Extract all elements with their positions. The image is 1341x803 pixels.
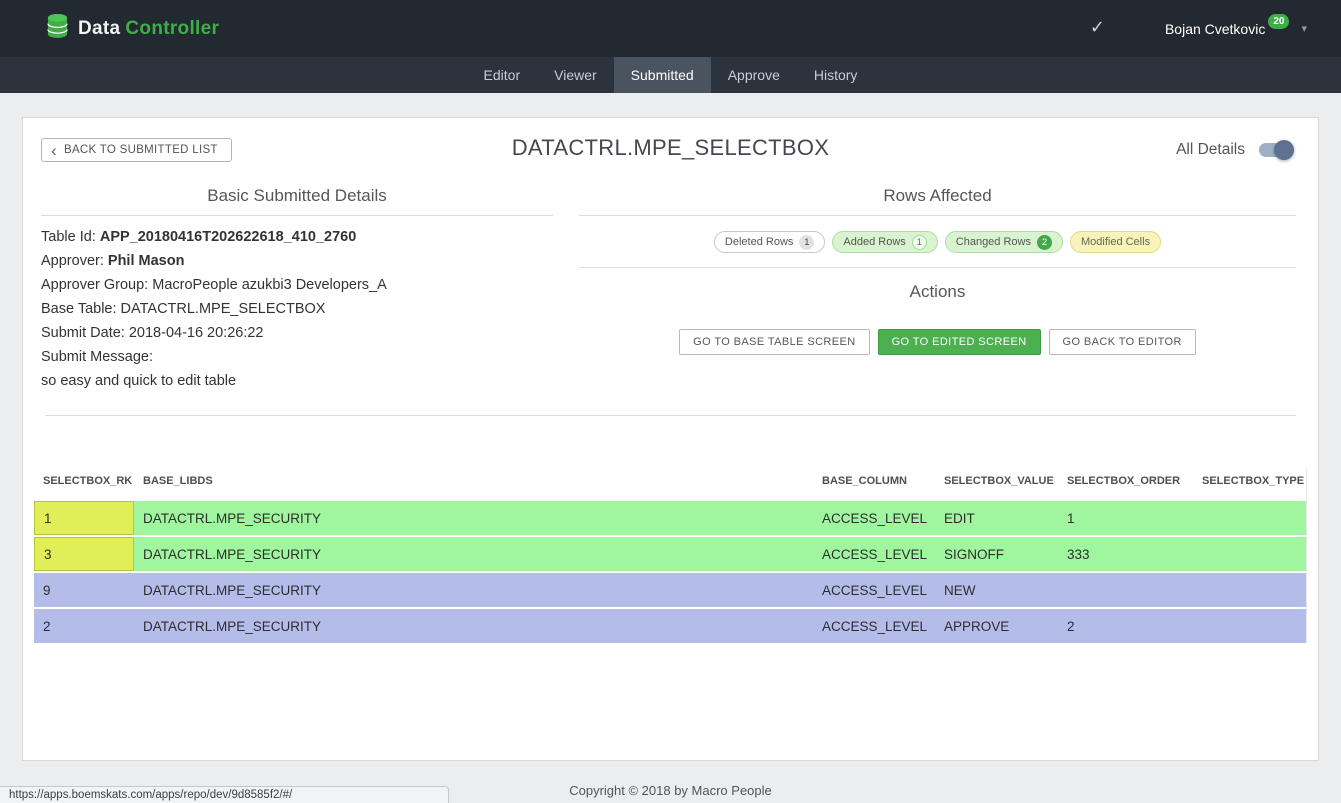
detail-approver: Approver: Phil Mason	[41, 249, 553, 273]
rows-affected-section: Rows Affected Deleted Rows1 Added Rows1 …	[579, 170, 1296, 355]
detail-approver-group: Approver Group: MacroPeople azukbi3 Deve…	[41, 273, 553, 297]
column-header-base-column[interactable]: BASE_COLUMN	[813, 468, 935, 494]
table-cell[interactable]: ACCESS_LEVEL	[813, 609, 935, 643]
table-cell[interactable]: APPROVE	[935, 609, 1058, 643]
table-cell[interactable]: DATACTRL.MPE_SECURITY	[134, 573, 813, 607]
detail-table-id: Table Id: APP_20180416T202622618_410_276…	[41, 225, 553, 249]
table-cell[interactable]: 1	[1058, 501, 1193, 535]
data-grid: SELECTBOX_RK BASE_LIBDS BASE_COLUMN SELE…	[34, 468, 1307, 643]
divider	[579, 215, 1296, 216]
check-icon: ✓	[1090, 17, 1105, 38]
column-header-selectbox-rk[interactable]: SELECTBOX_RK	[34, 468, 134, 494]
detail-submit-date: Submit Date: 2018-04-16 20:26:22	[41, 321, 553, 345]
detail-lines: Table Id: APP_20180416T202622618_410_276…	[41, 225, 553, 393]
grid-header-row: SELECTBOX_RK BASE_LIBDS BASE_COLUMN SELE…	[34, 468, 1306, 494]
table-cell[interactable]: 9	[34, 573, 134, 607]
detail-submit-message-text: so easy and quick to edit table	[41, 369, 553, 393]
table-cell[interactable]: EDIT	[935, 501, 1058, 535]
all-details-toggle[interactable]	[1259, 143, 1292, 157]
column-header-selectbox-type[interactable]: SELECTBOX_TYPE	[1193, 468, 1306, 494]
divider	[579, 267, 1296, 268]
section-heading-basic-details: Basic Submitted Details	[41, 186, 553, 206]
toggle-knob	[1274, 140, 1294, 160]
user-count-badge: 20	[1268, 14, 1289, 29]
table-row[interactable]: 2DATACTRL.MPE_SECURITYACCESS_LEVELAPPROV…	[34, 609, 1306, 643]
table-cell[interactable]: 2	[34, 609, 134, 643]
detail-submit-message-label: Submit Message:	[41, 345, 553, 369]
table-cell[interactable]	[1193, 573, 1306, 607]
table-cell[interactable]	[1193, 537, 1306, 571]
table-cell[interactable]	[1193, 501, 1306, 535]
detail-sections: Basic Submitted Details Table Id: APP_20…	[23, 170, 1318, 393]
main-nav: Editor Viewer Submitted Approve History	[0, 57, 1341, 93]
tab-approve[interactable]: Approve	[711, 57, 797, 93]
go-back-to-editor-button[interactable]: GO BACK TO EDITOR	[1049, 329, 1196, 355]
divider	[41, 215, 553, 216]
changed-rows-pill[interactable]: Changed Rows2	[945, 231, 1063, 253]
table-cell[interactable]: ACCESS_LEVEL	[813, 573, 935, 607]
chevron-left-icon: ‹	[51, 146, 57, 155]
back-button-label: BACK TO SUBMITTED LIST	[64, 144, 218, 156]
table-row[interactable]: 9DATACTRL.MPE_SECURITYACCESS_LEVELNEW	[34, 573, 1306, 607]
modified-cell[interactable]: 1	[34, 501, 134, 535]
added-rows-pill[interactable]: Added Rows1	[832, 231, 937, 253]
card-toolbar: ‹ BACK TO SUBMITTED LIST DATACTRL.MPE_SE…	[23, 118, 1318, 170]
column-header-base-libds[interactable]: BASE_LIBDS	[134, 468, 813, 494]
browser-status-bar: https://apps.boemskats.com/apps/repo/dev…	[0, 786, 449, 803]
grid-body: 1DATACTRL.MPE_SECURITYACCESS_LEVELEDIT13…	[34, 501, 1306, 643]
modified-cells-pill[interactable]: Modified Cells	[1070, 231, 1161, 253]
main-card: ‹ BACK TO SUBMITTED LIST DATACTRL.MPE_SE…	[22, 117, 1319, 761]
chevron-down-icon[interactable]: ▾	[1301, 22, 1307, 35]
table-cell[interactable]: SIGNOFF	[935, 537, 1058, 571]
table-cell[interactable]: DATACTRL.MPE_SECURITY	[134, 609, 813, 643]
app-header: DataController ✓ Bojan Cvetkovic 20 ▾	[0, 0, 1341, 57]
app-logo[interactable]: DataController	[46, 13, 219, 44]
user-menu[interactable]: Bojan Cvetkovic 20 ▾	[1165, 0, 1307, 57]
section-divider	[45, 415, 1296, 416]
all-details-label: All Details	[1176, 141, 1245, 159]
tab-editor[interactable]: Editor	[467, 57, 538, 93]
table-cell[interactable]: ACCESS_LEVEL	[813, 501, 935, 535]
pill-count-badge: 2	[1037, 235, 1052, 250]
column-header-selectbox-value[interactable]: SELECTBOX_VALUE	[935, 468, 1058, 494]
brand-name: DataController	[78, 18, 219, 40]
all-details-control: All Details	[1176, 141, 1292, 159]
action-buttons: GO TO BASE TABLE SCREEN GO TO EDITED SCR…	[579, 329, 1296, 355]
table-cell[interactable]	[1058, 573, 1193, 607]
table-row[interactable]: 1DATACTRL.MPE_SECURITYACCESS_LEVELEDIT1	[34, 501, 1306, 535]
go-to-edited-screen-button[interactable]: GO TO EDITED SCREEN	[878, 329, 1041, 355]
basic-submitted-details-section: Basic Submitted Details Table Id: APP_20…	[41, 170, 553, 393]
table-cell[interactable]: 2	[1058, 609, 1193, 643]
section-heading-rows-affected: Rows Affected	[579, 186, 1296, 206]
pill-count-badge: 1	[912, 235, 927, 250]
table-cell[interactable]: DATACTRL.MPE_SECURITY	[134, 501, 813, 535]
go-to-base-table-screen-button[interactable]: GO TO BASE TABLE SCREEN	[679, 329, 869, 355]
table-cell[interactable]	[1193, 609, 1306, 643]
tab-viewer[interactable]: Viewer	[537, 57, 614, 93]
brand-word-data: Data	[78, 18, 120, 39]
database-logo-icon	[46, 13, 69, 44]
table-cell[interactable]: ACCESS_LEVEL	[813, 537, 935, 571]
detail-base-table: Base Table: DATACTRL.MPE_SELECTBOX	[41, 297, 553, 321]
tab-submitted[interactable]: Submitted	[614, 57, 711, 93]
table-cell[interactable]: NEW	[935, 573, 1058, 607]
deleted-rows-pill[interactable]: Deleted Rows1	[714, 231, 825, 253]
tab-history[interactable]: History	[797, 57, 875, 93]
back-to-submitted-list-button[interactable]: ‹ BACK TO SUBMITTED LIST	[41, 138, 232, 162]
table-cell[interactable]: DATACTRL.MPE_SECURITY	[134, 537, 813, 571]
brand-word-controller: Controller	[125, 18, 219, 39]
section-heading-actions: Actions	[579, 282, 1296, 302]
column-header-selectbox-order[interactable]: SELECTBOX_ORDER	[1058, 468, 1193, 494]
rows-affected-pills: Deleted Rows1 Added Rows1 Changed Rows2 …	[579, 231, 1296, 253]
user-name: Bojan Cvetkovic	[1165, 21, 1265, 37]
table-row[interactable]: 3DATACTRL.MPE_SECURITYACCESS_LEVELSIGNOF…	[34, 537, 1306, 571]
table-cell[interactable]: 333	[1058, 537, 1193, 571]
status-url: https://apps.boemskats.com/apps/repo/dev…	[9, 789, 292, 801]
modified-cell[interactable]: 3	[34, 537, 134, 571]
pill-count-badge: 1	[799, 235, 814, 250]
